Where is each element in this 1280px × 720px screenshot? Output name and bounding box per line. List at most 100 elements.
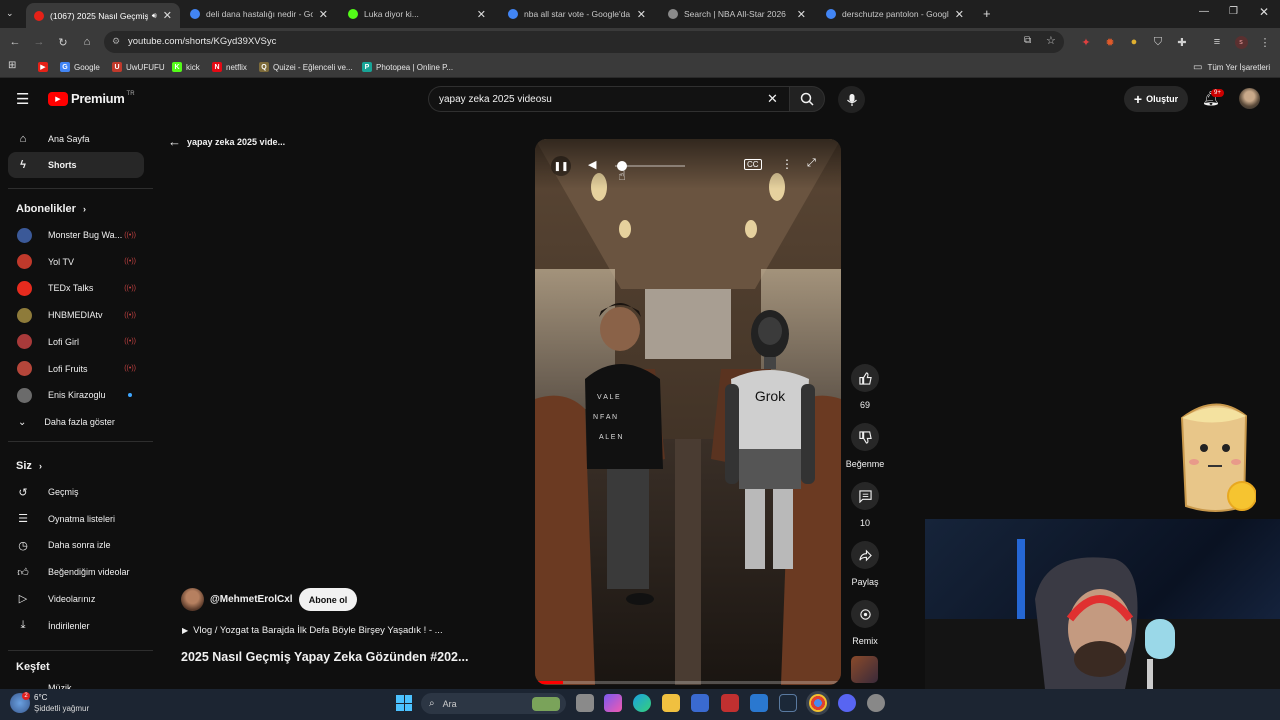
create-button[interactable]: + Oluştur xyxy=(1124,86,1188,112)
home-icon[interactable]: ⌂ xyxy=(80,35,94,49)
bookmark-star-icon[interactable]: ☆ xyxy=(1046,34,1056,47)
fullscreen-icon[interactable]: ⤢ xyxy=(807,157,816,170)
subscriptions-heading[interactable]: Abonelikler › xyxy=(16,203,86,215)
channel-avatar[interactable] xyxy=(181,588,204,611)
sidebar-item-playlist[interactable]: ☰ Oynatma listeleri xyxy=(8,506,144,532)
task-view-icon[interactable] xyxy=(576,694,594,712)
channel-name[interactable]: @MehmetErolCxl xyxy=(210,594,293,605)
show-more-button[interactable]: ⌄ Daha fazla göster xyxy=(8,409,144,435)
netflix-app-icon[interactable] xyxy=(721,694,739,712)
clear-search-icon[interactable]: ✕ xyxy=(767,91,778,107)
bookmark-item[interactable]: U UwUFUFU xyxy=(112,56,165,78)
subscription-item[interactable]: Lofi Fruits ((•)) xyxy=(8,356,144,382)
voice-search-button[interactable] xyxy=(838,86,865,113)
subscription-item[interactable]: Yol TV ((•)) xyxy=(8,249,144,275)
bookmark-item[interactable]: G Google xyxy=(60,56,100,78)
extension-tp-icon[interactable]: ✦ xyxy=(1079,35,1093,49)
pause-icon[interactable]: ❚❚ xyxy=(551,156,571,176)
bookmark-item[interactable]: Kkick xyxy=(172,56,200,78)
minimize-button[interactable]: — xyxy=(1199,6,1209,17)
like-button[interactable]: 69 xyxy=(845,364,885,410)
site-info-icon[interactable]: ⚙ xyxy=(112,36,120,47)
subscription-item[interactable]: TEDx Talks ((•)) xyxy=(8,275,144,301)
sidebar-item-clock[interactable]: ◷ Daha sonra izle xyxy=(8,532,144,558)
windows-start-icon[interactable] xyxy=(396,695,412,711)
dislike-button[interactable]: Beğenme xyxy=(845,423,885,469)
comments-button[interactable]: 10 xyxy=(845,482,885,528)
account-avatar[interactable] xyxy=(1239,88,1260,109)
subscription-item[interactable]: Lofi Girl ((•)) xyxy=(8,329,144,355)
tab-close-icon[interactable]: ✕ xyxy=(797,8,806,21)
browser-tab[interactable]: deli dana hastalığı nedir - Goog... ✕ xyxy=(182,3,336,25)
mail-icon[interactable] xyxy=(750,694,768,712)
tab-audio-icon[interactable]: 🔊︎ xyxy=(152,11,157,21)
browser-tab[interactable]: Luka diyor ki... ✕ xyxy=(340,3,494,25)
captions-icon[interactable]: CC xyxy=(744,159,762,170)
profile-avatar[interactable]: s xyxy=(1234,35,1248,49)
share-button[interactable]: Paylaş xyxy=(845,541,885,587)
sidebar-item-like[interactable]: 👍︎ Beğendiğim videolar xyxy=(8,559,144,585)
subscription-item[interactable]: HNBMEDIAtv ((•)) xyxy=(8,302,144,328)
back-to-search[interactable]: ← yapay zeka 2025 vide... xyxy=(168,134,285,149)
tab-close-icon[interactable]: ✕ xyxy=(477,8,486,21)
install-app-icon[interactable]: ⧉ xyxy=(1024,35,1031,46)
tab-close-icon[interactable]: ✕ xyxy=(637,8,646,21)
forward-icon[interactable]: → xyxy=(32,35,46,49)
related-video-link[interactable]: ▶ Vlog / Yozgat ta Barajda İlk Defa Böyl… xyxy=(182,625,443,636)
hamburger-menu-icon[interactable]: ☰ xyxy=(16,90,29,108)
reload-icon[interactable]: ↻ xyxy=(56,35,70,49)
you-heading[interactable]: Siz › xyxy=(16,460,42,472)
subscribe-button[interactable]: Abone ol xyxy=(299,588,357,611)
tab-close-icon[interactable]: ✕ xyxy=(319,8,328,21)
menu-kebab-icon[interactable]: ⋮ xyxy=(1258,35,1272,49)
progress-bar[interactable] xyxy=(535,681,841,684)
sidebar-item-shorts[interactable]: ϟ Shorts xyxy=(8,152,144,178)
app-icon[interactable] xyxy=(867,694,885,712)
browser-tab[interactable]: (1067) 2025 Nasıl Geçmiş Ya... 🔊︎ ✕ xyxy=(26,3,180,28)
sidebar-item-home[interactable]: ⌂ Ana Sayfa xyxy=(8,126,144,152)
media-control-icon[interactable]: ≡ xyxy=(1210,35,1224,49)
bookmark-item[interactable]: Nnetflix xyxy=(212,56,247,78)
store-icon[interactable] xyxy=(691,694,709,712)
extensions-puzzle-icon[interactable]: ✚ xyxy=(1175,35,1189,49)
address-bar[interactable]: ⚙ youtube.com/shorts/KGyd39XVSyc ⧉ ☆ xyxy=(104,31,1064,53)
all-bookmarks[interactable]: ▭ Tüm Yer İşaretleri xyxy=(1193,56,1270,78)
bookmark-item[interactable]: Q Quizei - Eğlenceli ve... xyxy=(259,56,353,78)
sidebar-item-video[interactable]: ▷ Videolarınız xyxy=(8,586,144,612)
close-window-button[interactable]: ✕ xyxy=(1259,5,1269,19)
extension-shield-icon[interactable]: ⛉ xyxy=(1151,35,1165,49)
sidebar-item-history[interactable]: ↺ Geçmiş xyxy=(8,479,144,505)
extension-fire-icon[interactable]: ✹ xyxy=(1103,35,1117,49)
copilot-icon[interactable] xyxy=(604,694,622,712)
apps-grid-icon[interactable]: ⊞ xyxy=(8,60,16,71)
search-input[interactable]: yapay zeka 2025 videosu ✕ xyxy=(428,86,791,112)
browser-tab[interactable]: nba all star vote - Google'da Ar... ✕ xyxy=(500,3,654,25)
new-tab-button[interactable]: + xyxy=(983,6,991,21)
tab-list-icon[interactable]: ⌄ xyxy=(6,8,14,19)
back-icon[interactable]: ← xyxy=(8,35,22,49)
tab-close-icon[interactable]: ✕ xyxy=(955,8,964,21)
browser-tab[interactable]: Search | NBA All-Star 2026 ✕ xyxy=(660,3,814,25)
search-button[interactable] xyxy=(789,86,825,112)
steam-icon[interactable] xyxy=(779,694,797,712)
volume-icon[interactable]: ◀ xyxy=(588,158,596,171)
bookmark-item[interactable]: ▶ xyxy=(38,56,52,78)
taskbar-search[interactable]: ⌕ Ara xyxy=(421,693,566,714)
edge-icon[interactable] xyxy=(633,694,651,712)
remix-button[interactable]: Remix xyxy=(845,600,885,646)
discord-icon[interactable] xyxy=(838,694,856,712)
file-explorer-icon[interactable] xyxy=(662,694,680,712)
chrome-icon[interactable] xyxy=(809,694,827,712)
short-video-player[interactable]: V A L E N F A N A L E N Grok ❚❚ ◀ CC ⋮ ⤢ xyxy=(535,139,841,685)
sidebar-item-download[interactable]: ⤓ İndirilenler xyxy=(8,613,144,639)
more-options-icon[interactable]: ⋮ xyxy=(781,157,793,171)
subscription-item[interactable]: Enis Kirazoglu xyxy=(8,382,144,408)
youtube-logo[interactable]: ▶ Premium TR xyxy=(48,91,135,106)
subscription-item[interactable]: Monster Bug Wa... ((•)) xyxy=(8,222,144,248)
sound-thumbnail[interactable] xyxy=(851,656,878,683)
extension-color-icon[interactable]: ● xyxy=(1127,35,1141,49)
bookmark-item[interactable]: P Photopea | Online P... xyxy=(362,56,453,78)
tab-close-icon[interactable]: ✕ xyxy=(163,9,172,22)
maximize-button[interactable]: ❐ xyxy=(1229,6,1238,17)
browser-tab[interactable]: derschutze pantolon - Google'... ✕ xyxy=(818,3,972,25)
